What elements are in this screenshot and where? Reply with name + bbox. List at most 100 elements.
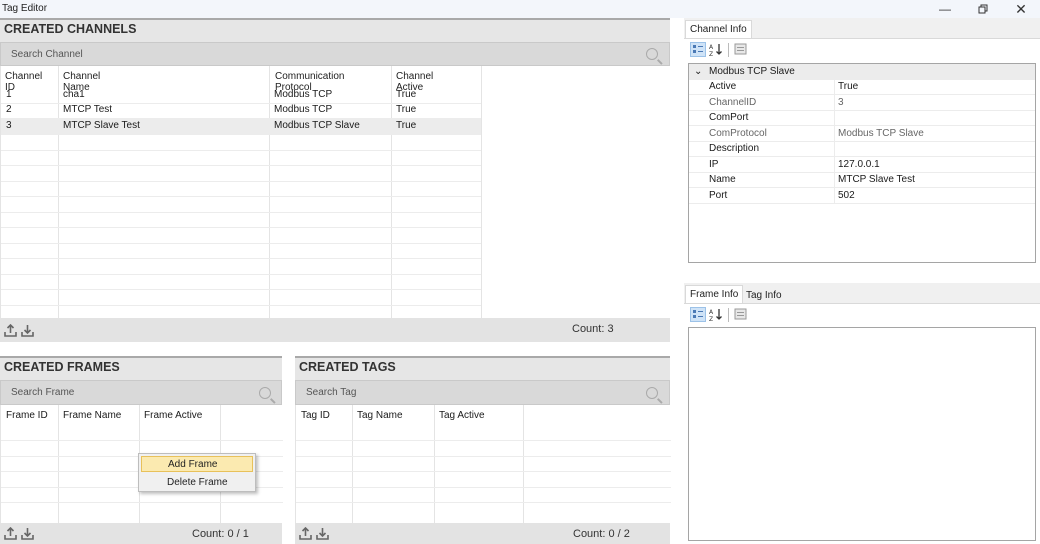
search-icon[interactable] (646, 48, 658, 60)
row-divider (1, 150, 481, 151)
toolbar-separator (728, 307, 729, 322)
property-key: Port (689, 188, 835, 203)
alphabetical-sort-button[interactable]: AZ (708, 307, 724, 323)
alphabetical-sort-button[interactable]: AZ (708, 42, 724, 58)
row-divider (1, 305, 481, 306)
row-divider (1, 440, 283, 441)
row-divider (296, 502, 671, 503)
add-frame-menu-item[interactable]: Add Frame (141, 456, 253, 472)
delete-frame-menu-item[interactable]: Delete Frame (141, 474, 253, 490)
download-button[interactable] (21, 527, 34, 540)
cell-protocol: Modbus TCP (274, 89, 333, 100)
channels-section-title: CREATED CHANNELS (0, 18, 670, 42)
table-row-selected[interactable]: 3 MTCP Slave Test Modbus TCP Slave True (1, 118, 481, 134)
property-row-ip[interactable]: IP 127.0.0.1 (689, 157, 1035, 173)
chevron-down-icon[interactable]: ⌄ (689, 66, 705, 77)
table-row[interactable]: 1 cha1 Modbus TCP True (1, 88, 481, 103)
property-value: True (838, 81, 859, 93)
channel-info-toolbar: AZ (690, 42, 749, 58)
upload-button[interactable] (4, 527, 17, 540)
col-frame-id[interactable]: Frame ID (6, 410, 48, 421)
frame-property-grid (688, 327, 1036, 541)
col-frame-name[interactable]: Frame Name (63, 410, 121, 421)
property-value: Modbus TCP Slave (838, 127, 924, 139)
download-icon (316, 528, 329, 540)
row-divider (1, 165, 481, 166)
tab-tag-info[interactable]: Tag Info (742, 287, 786, 304)
restore-icon (978, 4, 988, 14)
search-icon[interactable] (646, 387, 658, 399)
cell-channel-id: 1 (6, 89, 12, 100)
property-row-active[interactable]: Active True (689, 79, 1035, 95)
column-divider (58, 405, 59, 523)
property-row-comprotocol[interactable]: ComProtocol Modbus TCP Slave (689, 126, 1035, 142)
tab-frame-info[interactable]: Frame Info (685, 285, 744, 303)
upload-button[interactable] (4, 323, 17, 337)
property-key: ComProtocol (689, 126, 835, 141)
property-key: IP (689, 157, 835, 172)
download-button[interactable] (21, 324, 34, 337)
column-divider (481, 66, 482, 318)
channels-count: Count: 3 (572, 323, 614, 335)
categorized-view-button[interactable] (690, 307, 706, 322)
property-row-channelid[interactable]: ChannelID 3 (689, 95, 1035, 111)
col-tag-active[interactable]: Tag Active (439, 410, 485, 421)
channel-search-input[interactable]: Search Channel (0, 42, 670, 66)
minimize-button[interactable]: — (928, 0, 962, 18)
property-key: ChannelID (689, 95, 835, 110)
row-divider (1, 227, 481, 228)
categorized-icon (693, 45, 703, 53)
row-divider (1, 258, 481, 259)
col-frame-active[interactable]: Frame Active (144, 410, 202, 421)
toolbar-separator (728, 42, 729, 57)
tags-section-title: CREATED TAGS (295, 356, 670, 380)
table-row[interactable]: 2 MTCP Test Modbus TCP True (1, 103, 481, 118)
property-row-name[interactable]: Name MTCP Slave Test (689, 172, 1035, 188)
row-divider (1, 134, 481, 135)
upload-icon (4, 527, 17, 540)
svg-text:A: A (709, 309, 714, 316)
property-pages-button[interactable] (733, 307, 749, 322)
channel-property-grid: ⌄ Modbus TCP Slave Active True ChannelID… (688, 63, 1036, 263)
cell-channel-name: cha1 (63, 89, 85, 100)
tags-grid: Tag ID Tag Name Tag Active (295, 405, 671, 523)
row-divider (1, 181, 481, 182)
upload-button[interactable] (299, 527, 312, 540)
frame-info-toolbar: AZ (690, 307, 749, 323)
close-button[interactable]: ✕ (1004, 0, 1038, 18)
maximize-button[interactable] (966, 0, 1000, 18)
property-group-header[interactable]: ⌄ Modbus TCP Slave (689, 64, 1035, 80)
row-divider (1, 502, 283, 503)
cell-active: True (396, 104, 417, 115)
search-icon[interactable] (259, 387, 271, 399)
cell-channel-name: MTCP Test (63, 104, 113, 115)
sort-az-icon: AZ (709, 309, 722, 323)
cell-protocol: Modbus TCP (274, 104, 333, 115)
property-row-comport[interactable]: ComPort (689, 110, 1035, 126)
categorized-view-button[interactable] (690, 42, 706, 57)
property-row-description[interactable]: Description (689, 141, 1035, 157)
row-divider (1, 103, 481, 104)
channels-footer: Count: 3 (0, 318, 670, 342)
categorized-icon (693, 310, 703, 318)
minimize-icon: — (939, 2, 951, 16)
tags-footer: Count: 0 / 2 (295, 523, 670, 544)
property-key: Name (689, 172, 835, 187)
download-button[interactable] (316, 527, 329, 540)
col-tag-name[interactable]: Tag Name (357, 410, 403, 421)
svg-text:Z: Z (709, 51, 713, 57)
row-divider (1, 289, 481, 290)
svg-text:Z: Z (709, 316, 713, 322)
upload-icon (4, 323, 17, 337)
frame-search-input[interactable]: Search Frame (0, 380, 282, 405)
property-row-port[interactable]: Port 502 (689, 188, 1035, 204)
tab-channel-info[interactable]: Channel Info (685, 20, 752, 38)
property-value: 502 (838, 189, 855, 201)
property-pages-button[interactable] (733, 42, 749, 57)
col-tag-id[interactable]: Tag ID (301, 410, 330, 421)
tag-search-input[interactable]: Search Tag (295, 380, 670, 405)
tags-count: Count: 0 / 2 (573, 528, 630, 540)
property-value: 3 (838, 96, 844, 108)
title-bar (0, 0, 1040, 18)
frames-context-menu: Add Frame Delete Frame (138, 453, 256, 492)
